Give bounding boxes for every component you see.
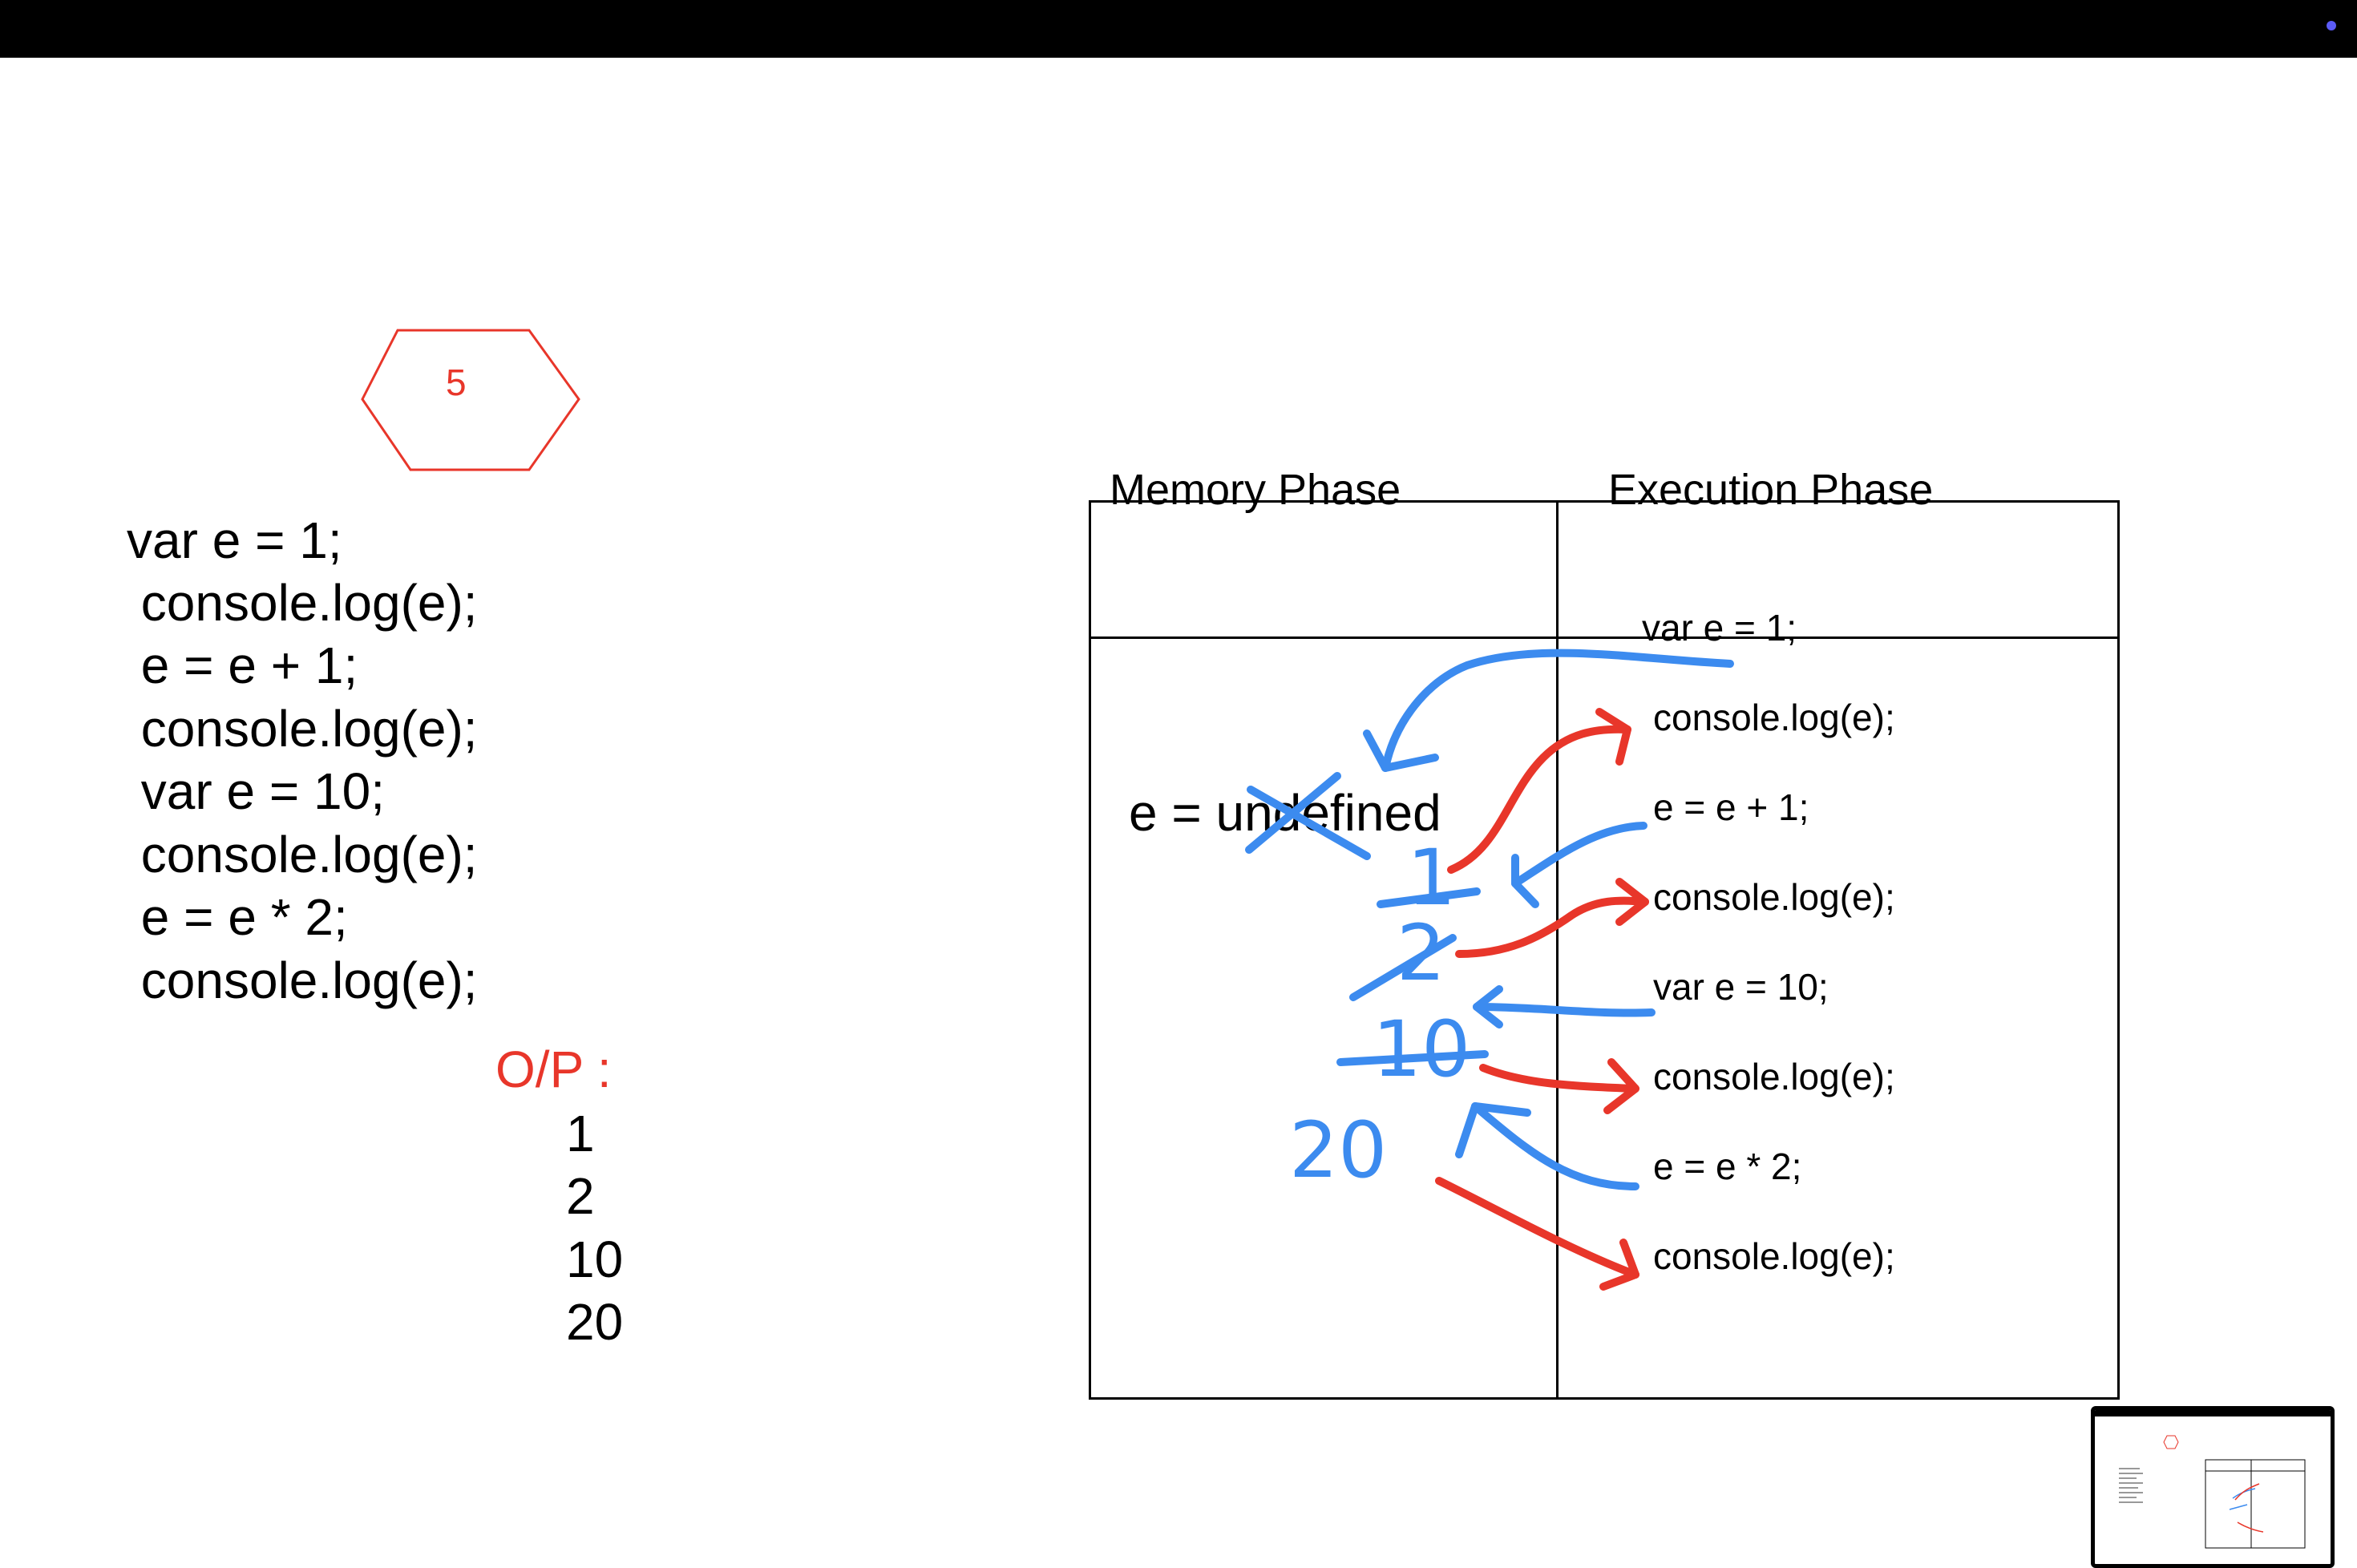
output-value-2: 2: [566, 1167, 595, 1225]
execution-row-3: e = e + 1;: [1653, 786, 1809, 828]
phase-table: [1089, 500, 2120, 1400]
code-line-7: e = e * 2;: [127, 888, 348, 946]
badge-number: 5: [446, 362, 467, 403]
execution-row-5: var e = 10;: [1653, 966, 1829, 1008]
table-column-divider: [1556, 500, 1559, 1400]
execution-row-8: console.log(e);: [1653, 1235, 1895, 1277]
memory-entry: e = undefined: [1129, 784, 1441, 842]
execution-row-1: var e = 1;: [1642, 607, 1797, 649]
code-line-6: console.log(e);: [127, 826, 478, 883]
execution-row-2: console.log(e);: [1653, 697, 1895, 738]
output-label: O/P :: [495, 1041, 612, 1098]
slide-thumbnail[interactable]: [2091, 1406, 2335, 1568]
execution-phase-header: Execution Phase: [1608, 466, 1934, 514]
execution-row-7: e = e * 2;: [1653, 1146, 1802, 1187]
thumbnail-topbar: [2095, 1410, 2331, 1416]
output-value-1: 1: [566, 1105, 595, 1162]
execution-row-6: console.log(e);: [1653, 1056, 1895, 1097]
hexagon-badge: [361, 329, 580, 471]
table-header-divider: [1089, 636, 2120, 639]
code-line-4: console.log(e);: [127, 700, 478, 758]
top-bar: [0, 0, 2357, 58]
slide-canvas: 5 var e = 1; console.log(e); e = e + 1; …: [0, 58, 2357, 1568]
camera-indicator-icon: [2327, 21, 2336, 30]
thumbnail-preview: [2119, 1435, 2306, 1549]
output-value-4: 20: [566, 1293, 624, 1351]
code-line-2: console.log(e);: [127, 574, 478, 632]
code-line-3: e = e + 1;: [127, 636, 358, 694]
memory-phase-header: Memory Phase: [1110, 466, 1401, 514]
code-line-1: var e = 1;: [127, 511, 342, 569]
output-value-3: 10: [566, 1231, 624, 1288]
execution-row-4: console.log(e);: [1653, 876, 1895, 918]
code-line-5: var e = 10;: [127, 762, 385, 820]
code-line-8: console.log(e);: [127, 952, 478, 1009]
